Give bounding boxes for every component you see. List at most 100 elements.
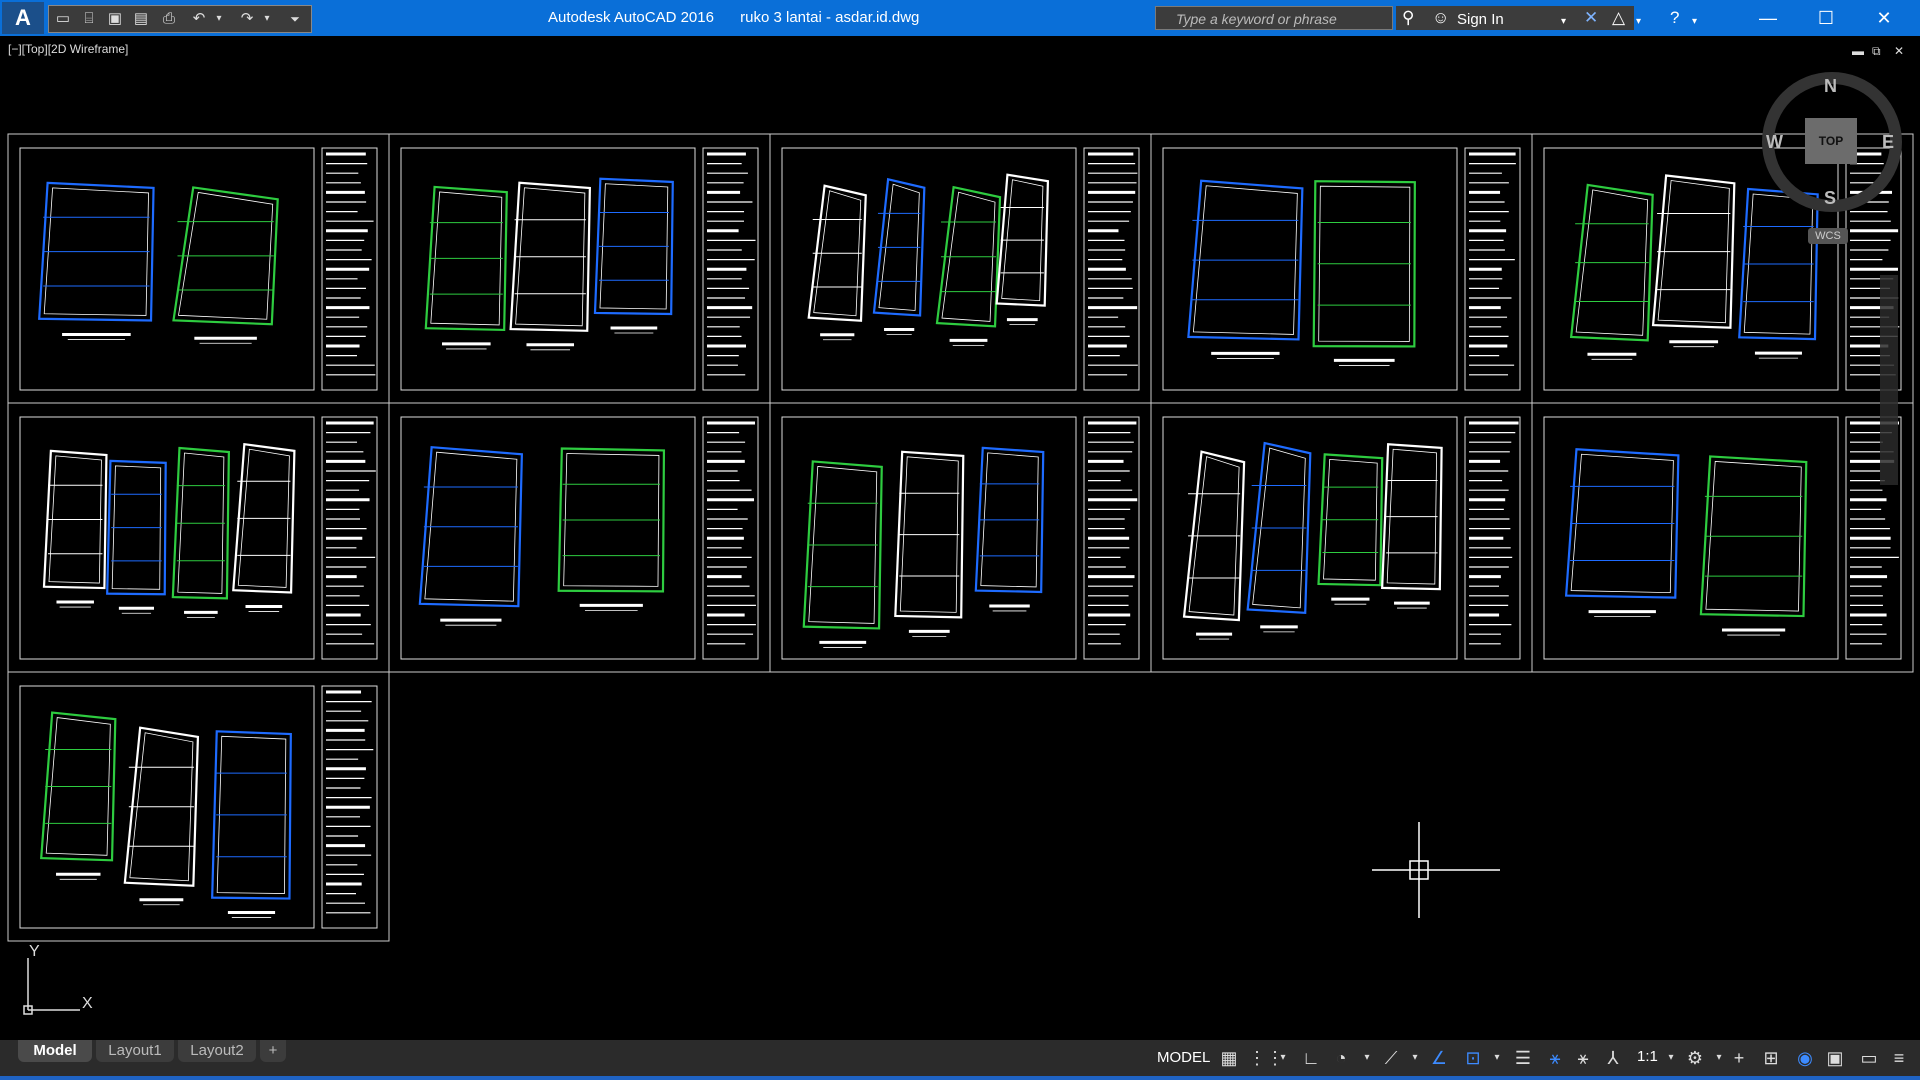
customization-menu-icon[interactable]: ≡ [1888, 1047, 1910, 1069]
undo-icon[interactable]: ↶ [189, 9, 209, 29]
ortho-icon[interactable]: ∟ [1300, 1047, 1322, 1069]
ucs-x-label: X [82, 995, 93, 1012]
lineweight-icon[interactable]: ☰ [1512, 1047, 1534, 1069]
title-block [702, 147, 759, 391]
model-space-toggle[interactable]: MODEL [1157, 1046, 1210, 1070]
object-snap-dropdown-icon[interactable]: ▾ [1486, 1047, 1508, 1069]
binoculars-icon[interactable]: ⚲ [1402, 9, 1414, 27]
title-block [1083, 416, 1140, 660]
drawing-sheet[interactable] [7, 671, 390, 942]
open-icon[interactable]: ⌸ [79, 9, 99, 29]
a360-dropdown-icon[interactable]: ▾ [1636, 13, 1641, 31]
scale-dropdown-icon[interactable]: ▾ [1660, 1047, 1682, 1069]
polar-dropdown-icon[interactable]: ▾ [1356, 1047, 1378, 1069]
application-menu-button[interactable]: A [2, 2, 44, 34]
drawing-sheet[interactable] [388, 402, 771, 673]
drawing-sheet[interactable] [1531, 402, 1914, 673]
isodraft-dropdown-icon[interactable]: ▾ [1404, 1047, 1426, 1069]
drawing-view [424, 177, 674, 351]
workspace-gear-icon[interactable]: ⚙ [1684, 1047, 1706, 1069]
new-layout-tab[interactable]: + [260, 1040, 286, 1062]
drawing-view [1187, 179, 1416, 366]
grid-icon[interactable]: ▦ [1218, 1047, 1240, 1069]
help-icon[interactable]: ? [1670, 9, 1679, 27]
units-icon[interactable]: ⊞ [1760, 1047, 1782, 1069]
wcs-menu[interactable]: WCS [1808, 228, 1848, 244]
snap-icon[interactable]: ⋮⋮ [1248, 1047, 1284, 1069]
exchange-icon[interactable]: ✕ [1584, 9, 1598, 27]
quick-access-toolbar: ▭ ⌸ ▣ ▤ ⎙ ↶ ▾ ↷ ▾ ⏷ [48, 5, 312, 33]
drawing-canvas[interactable] [0, 36, 1920, 1040]
navigation-bar[interactable] [1880, 275, 1898, 485]
sign-in-dropdown-icon[interactable]: ▾ [1561, 13, 1566, 31]
help-dropdown-icon[interactable]: ▾ [1692, 13, 1697, 31]
clean-screen-icon[interactable]: ▭ [1858, 1047, 1880, 1069]
status-bar [0, 1040, 1920, 1080]
drawing-sheets [7, 133, 1914, 942]
taskbar-edge [0, 1076, 1920, 1080]
close-button[interactable]: ✕ [1864, 4, 1904, 32]
drawing-view [802, 446, 1045, 648]
drawing-sheet[interactable] [388, 133, 771, 404]
search-input[interactable]: Type a keyword or phrase [1155, 6, 1393, 30]
crosshair-cursor [1372, 822, 1500, 918]
drawing-view [1564, 448, 1808, 636]
drawing-sheet[interactable] [1150, 133, 1533, 404]
title-block [1464, 147, 1521, 391]
compass-south[interactable]: S [1824, 188, 1836, 209]
viewcube-top-face[interactable]: TOP [1805, 118, 1857, 164]
title-block [321, 147, 378, 391]
redo-icon[interactable]: ↷ [237, 9, 257, 29]
tab-layout2[interactable]: Layout2 [178, 1040, 256, 1062]
customize-toolbar-icon[interactable]: ⏷ [285, 9, 305, 29]
document-name: ruko 3 lantai - asdar.id.dwg [740, 9, 920, 26]
drawing-sheet[interactable] [1531, 133, 1914, 404]
user-icon[interactable]: ☺ [1432, 9, 1449, 27]
sign-in-button[interactable]: Sign In [1457, 11, 1504, 28]
title-block [1083, 147, 1140, 391]
tab-layout1[interactable]: Layout1 [96, 1040, 174, 1062]
auto-scale-icon[interactable]: ⚹ [1572, 1047, 1594, 1069]
autodesk-360-icon[interactable]: △ [1612, 9, 1625, 27]
compass-north[interactable]: N [1824, 76, 1837, 97]
drawing-sheet[interactable] [769, 402, 1152, 673]
isolate-objects-icon[interactable]: ◉ [1794, 1047, 1816, 1069]
drawing-sheet[interactable] [7, 402, 390, 673]
title-block [702, 416, 759, 660]
drawing-view [42, 442, 296, 618]
plot-icon[interactable]: ⎙ [159, 9, 179, 29]
tab-model[interactable]: Model [18, 1040, 92, 1062]
title-block [1464, 416, 1521, 660]
drawing-sheet[interactable] [769, 133, 1152, 404]
minimize-button[interactable]: — [1748, 4, 1788, 32]
annotation-scale-value[interactable]: 1:1 [1637, 1048, 1658, 1065]
drawing-sheet[interactable] [7, 133, 390, 404]
drawing-view [1182, 441, 1443, 640]
workspace-dropdown-icon[interactable]: ▾ [1708, 1047, 1730, 1069]
save-icon[interactable]: ▣ [105, 9, 125, 29]
undo-dropdown-icon[interactable]: ▾ [209, 9, 229, 29]
snap-dropdown-icon[interactable]: ▾ [1272, 1047, 1294, 1069]
object-snap-tracking-icon[interactable]: ∠ [1428, 1047, 1450, 1069]
drawing-view [807, 173, 1050, 346]
new-icon[interactable]: ▭ [53, 9, 73, 29]
ucs-icon [23, 958, 80, 1015]
object-snap-icon[interactable]: ⊡ [1462, 1047, 1484, 1069]
maximize-button[interactable]: ☐ [1806, 4, 1846, 32]
hardware-acceleration-icon[interactable]: ▣ [1824, 1047, 1846, 1069]
compass-east[interactable]: E [1882, 132, 1894, 153]
drawing-sheet[interactable] [1150, 402, 1533, 673]
title-block [321, 685, 378, 929]
compass-west[interactable]: W [1766, 132, 1783, 153]
drawing-view [418, 446, 666, 626]
drawing-view [1569, 174, 1819, 360]
polar-icon[interactable]: ◔ [1330, 1047, 1352, 1069]
drawing-view [38, 181, 279, 344]
app-name: Autodesk AutoCAD 2016 [548, 9, 714, 26]
annotation-visibility-icon[interactable]: ⚹ [1544, 1047, 1566, 1069]
annotation-monitor-icon[interactable]: + [1728, 1047, 1750, 1069]
redo-dropdown-icon[interactable]: ▾ [257, 9, 277, 29]
isodraft-icon[interactable]: ⟋ [1380, 1047, 1402, 1069]
annotation-scale-icon[interactable]: ⅄ [1602, 1047, 1624, 1069]
save-as-icon[interactable]: ▤ [131, 9, 151, 29]
